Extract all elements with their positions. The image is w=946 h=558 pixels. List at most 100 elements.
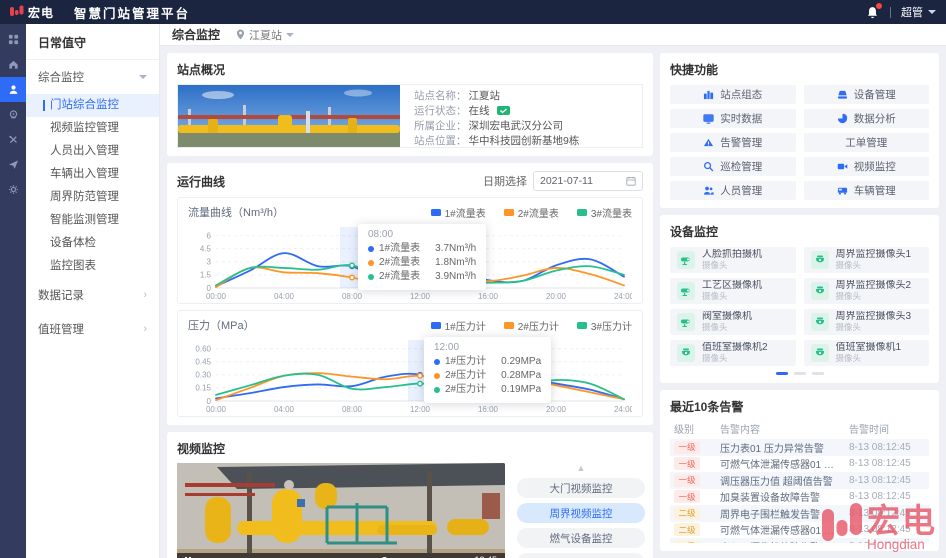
sidebar-item-station-monitoring[interactable]: 门站综合监控 [26, 94, 159, 117]
legend-pressure-1[interactable]: 1#压力计 [431, 318, 486, 333]
calendar-icon [626, 176, 636, 186]
svg-text:0.15: 0.15 [195, 384, 211, 393]
station-selector[interactable]: 江夏站 [236, 27, 294, 43]
device-duty-room-camera-2[interactable]: 值班室摄像机2摄像头 [670, 340, 796, 366]
quick-personnel-management-button[interactable]: 人员管理 [670, 181, 796, 200]
svg-text:00:00: 00:00 [206, 292, 227, 301]
video-player[interactable]: 12:45 [177, 463, 505, 558]
sidebar-link-duty-management[interactable]: 值班管理› [26, 312, 159, 346]
page-dot-1[interactable] [776, 372, 788, 375]
page-dot-3[interactable] [812, 372, 824, 375]
station-icon [703, 89, 714, 100]
video-source-perimeter[interactable]: 周界视频监控 [517, 503, 645, 523]
quick-station-config-button[interactable]: 站点组态 [670, 85, 796, 104]
device-perimeter-camera-1[interactable]: 周界监控摄像头1摄像头 [804, 247, 930, 273]
quick-work-order-button[interactable]: 工单管理 [804, 133, 930, 152]
sidebar-section-title: 日常值守 [26, 24, 159, 60]
video-source-control-room-1[interactable]: 总控室监控 [517, 553, 645, 558]
dome-camera-icon [811, 282, 829, 300]
icon-rail [0, 24, 26, 558]
sidebar-item-device-check[interactable]: 设备体检 [26, 232, 159, 255]
online-status-icon [497, 106, 510, 116]
sidebar-link-data-records[interactable]: 数据记录› [26, 278, 159, 312]
video-source-gate[interactable]: 大门视频监控 [517, 478, 645, 498]
svg-text:0.45: 0.45 [195, 358, 211, 367]
alarm-row: 一级可燃气体泄漏传感器01 …8-13 08:12:45 [670, 456, 929, 473]
legend-pressure-3[interactable]: 3#压力计 [577, 318, 632, 333]
inspect-icon [703, 161, 714, 172]
chevron-down-icon [139, 75, 147, 79]
pressure-chart-title: 压力（MPa） [188, 317, 255, 333]
page-title: 综合监控 [172, 26, 220, 43]
map-pin-icon [236, 29, 245, 40]
sidebar-menu: 日常值守 综合监控 门站综合监控 视频监控管理 人员出入管理 车辆出入管理 周界… [26, 24, 160, 558]
sidebar-item-perimeter[interactable]: 周界防范管理 [26, 186, 159, 209]
legend-flow-1[interactable]: 1#流量表 [431, 205, 486, 220]
quick-inspection-button[interactable]: 巡检管理 [670, 157, 796, 176]
notification-bell-icon[interactable] [864, 4, 880, 20]
svg-text:0.30: 0.30 [195, 371, 211, 380]
video-source-gas-equipment[interactable]: 燃气设备监控 [517, 528, 645, 548]
rail-gear-icon[interactable] [0, 177, 26, 202]
dome-camera-icon [811, 251, 829, 269]
rail-send-icon[interactable] [0, 152, 26, 177]
chevron-right-icon: › [143, 323, 147, 335]
device-icon [837, 89, 848, 100]
device-face-capture-camera[interactable]: 人脸抓拍摄机摄像头 [670, 247, 796, 273]
svg-text:12:00: 12:00 [410, 292, 431, 301]
svg-text:24:00: 24:00 [614, 405, 632, 414]
device-process-area-camera[interactable]: 工艺区摄像机摄像头 [670, 278, 796, 304]
sidebar-item-personnel-access[interactable]: 人员出入管理 [26, 140, 159, 163]
legend-flow-2[interactable]: 2#流量表 [504, 205, 559, 220]
quick-alarm-management-button[interactable]: 告警管理 [670, 133, 796, 152]
sidebar-item-monitoring-charts[interactable]: 监控图表 [26, 255, 159, 278]
chevron-down-icon [928, 10, 936, 14]
svg-text:4.5: 4.5 [200, 245, 212, 254]
scroll-up-icon[interactable]: ▲ [577, 464, 586, 473]
device-perimeter-camera-2[interactable]: 周界监控摄像头2摄像头 [804, 278, 930, 304]
quick-video-monitoring-button[interactable]: 视频监控 [804, 157, 930, 176]
quick-vehicle-management-button[interactable]: 车辆管理 [804, 181, 930, 200]
quick-device-management-button[interactable]: 设备管理 [804, 85, 930, 104]
date-picker-input[interactable]: 2021-07-11 [533, 171, 643, 191]
svg-text:04:00: 04:00 [274, 405, 295, 414]
legend-flow-3[interactable]: 3#流量表 [577, 205, 632, 220]
user-menu[interactable]: 超管 [901, 4, 936, 20]
box-camera-icon [677, 251, 695, 269]
device-perimeter-camera-3[interactable]: 周界监控摄像头3摄像头 [804, 309, 930, 335]
sidebar-item-smart-monitoring[interactable]: 智能监测管理 [26, 209, 159, 232]
svg-text:20:00: 20:00 [546, 292, 567, 301]
curves-title: 运行曲线 [177, 173, 225, 190]
rail-tools-icon[interactable] [0, 127, 26, 152]
legend-pressure-2[interactable]: 2#压力计 [504, 318, 559, 333]
sidebar-group-monitoring[interactable]: 综合监控 [26, 60, 159, 94]
sidebar-item-vehicle-access[interactable]: 车辆出入管理 [26, 163, 159, 186]
app-title: 智慧门站管理平台 [74, 3, 190, 22]
rail-monitor-icon[interactable] [0, 102, 26, 127]
device-duty-room-camera-1[interactable]: 值班室摄像机1摄像头 [804, 340, 930, 366]
video-title: 视频监控 [177, 440, 643, 457]
svg-text:12:00: 12:00 [410, 405, 431, 414]
alarms-table-header: 级别告警内容告警时间 [670, 415, 929, 439]
rail-menu-icon[interactable] [0, 27, 26, 52]
flow-chart-tooltip: 08:00 1#流量表3.7Nm³/h 2#流量表1.8Nm³/h 2#流量表3… [358, 224, 486, 290]
quick-realtime-data-button[interactable]: 实时数据 [670, 109, 796, 128]
flow-chart-title: 流量曲线（Nm³/h） [188, 204, 284, 220]
rail-home-icon[interactable] [0, 52, 26, 77]
chevron-down-icon [286, 33, 294, 37]
rail-user-icon[interactable] [0, 77, 26, 102]
station-location: 华中科技园创新基地9栋 [469, 133, 580, 148]
alarm-row: 二级可燃气体泄漏传感器01 …8-13 08:12:45 [670, 522, 929, 539]
app-window: 宏电 智慧门站管理平台 超管 [0, 0, 946, 558]
date-label: 日期选择 [483, 173, 527, 189]
pressure-chart-box: 压力（MPa） 1#压力计 2#压力计 3#压力计 00.150.300.450… [177, 310, 643, 417]
svg-text:20:00: 20:00 [546, 405, 567, 414]
box-camera-icon [677, 313, 695, 331]
recent-alarms-panel: 最近10条告警 级别告警内容告警时间 一级压力表01 压力异常告警8-13 08… [660, 390, 939, 551]
sidebar-item-video-management[interactable]: 视频监控管理 [26, 117, 159, 140]
alarm-row: 一级调压器压力值 超阈值告警8-13 08:12:45 [670, 472, 929, 489]
device-valve-room-camera[interactable]: 阀室摄像机摄像头 [670, 309, 796, 335]
quick-data-analysis-button[interactable]: 数据分析 [804, 109, 930, 128]
alarms-title: 最近10条告警 [670, 398, 929, 415]
page-dot-2[interactable] [794, 372, 806, 375]
